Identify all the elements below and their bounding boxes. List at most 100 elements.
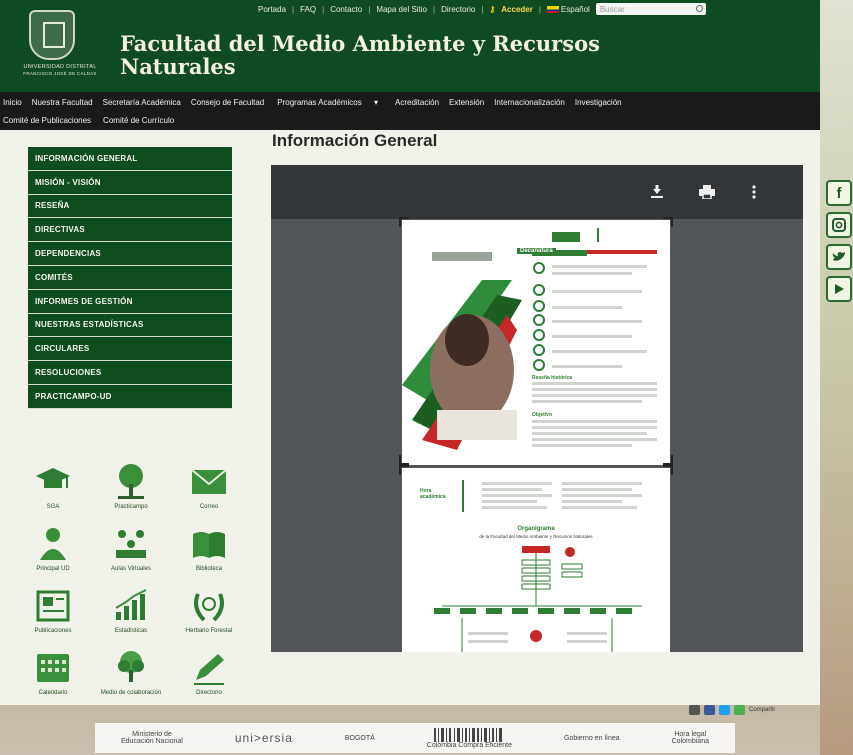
quick-link-label: Aulas Virtuales [111,566,151,572]
sidebar-item-resena[interactable]: RESEÑA [28,195,232,219]
nav-internacionalizacion[interactable]: Internacionalización [494,98,572,107]
instagram-icon[interactable] [826,212,852,238]
quick-link-calendario[interactable]: Calendario [18,648,88,710]
quick-link-label: Medio de colaboración [100,690,162,696]
quick-link-label: Principal UD [36,566,70,572]
quick-link-estadisticas[interactable]: Estadísticas [96,586,166,648]
crop-mark [399,455,409,465]
sidebar-item-mision-vision[interactable]: MISIÓN - VISIÓN [28,171,232,195]
social-links: f [826,180,852,308]
sidebar-item-dependencias[interactable]: DEPENDENCIAS [28,242,232,266]
twitter-icon[interactable] [826,244,852,270]
page-2-subheading: de la Facultad del Medio Ambiente y Recu… [479,534,593,539]
nav-programas[interactable]: Programas Académicos ▾ [274,98,392,107]
separator: | [538,4,541,14]
quick-link-practicampo[interactable]: Practicampo [96,462,166,524]
email-share-icon[interactable] [689,705,700,715]
faculty-title[interactable]: Facultad del Medio Ambiente y Recursos N… [120,32,600,78]
quick-link-aulas-virtuales[interactable]: Aulas Virtuales [96,524,166,586]
nav-extension[interactable]: Extensión [449,98,491,107]
top-link-portada[interactable]: Portada [258,5,286,14]
newspaper-icon [36,590,70,622]
quick-link-publicaciones[interactable]: Publicaciones [18,586,88,648]
nav-secretaria[interactable]: Secretaría Académica [103,98,188,107]
footer-logo-text: Colombiana [671,738,709,745]
sidebar-item-circulares[interactable]: CIRCULARES [28,337,232,362]
university-logo[interactable]: UNIVERSIDAD DISTRITAL FRANCISCO JOSÉ DE … [5,10,113,80]
print-icon[interactable] [699,185,715,199]
language-label: Español [560,4,590,14]
page-1-heading: Decanatura [517,248,556,254]
shield-icon [29,10,75,60]
sidebar-item-comites[interactable]: COMITÉS [28,266,232,290]
page-1-section: Reseña histórica [532,375,573,381]
nav-nuestra-facultad[interactable]: Nuestra Facultad [32,98,100,107]
facebook-share-icon[interactable] [704,705,715,715]
search-input[interactable]: Buscar [595,3,706,15]
sidebar-item-practicampo[interactable]: PRACTICAMPO-UD [28,385,232,409]
classroom-icon [116,530,146,558]
quick-link-label: Herbario Forestal [185,628,233,634]
title-line-1: Facultad del Medio Ambiente y Recursos [120,31,600,56]
footer-logo-text: BOGOTÁ [344,734,375,742]
pdf-toolbar [271,165,803,219]
quick-link-colaboracion[interactable]: Medio de colaboración [96,648,166,710]
quick-link-directorio[interactable]: Directorio [174,648,244,710]
footer-logo-hora-legal[interactable]: Hora legal Colombiana [672,731,709,745]
more-options-icon[interactable] [751,185,757,199]
footer-logo-bogota[interactable]: BOGOTÁ [345,735,375,742]
footer-logo-mineducacion[interactable]: Ministerio de Educación Nacional [121,731,183,745]
login-link[interactable]: Acceder [501,5,533,14]
nav-acreditacion[interactable]: Acreditación [395,98,446,107]
background-strip [820,0,853,755]
pdf-viewer[interactable]: Decanatura Reseña histórica Objetivo Hor… [271,165,803,652]
quick-link-herbario[interactable]: Herbario Forestal [174,586,244,648]
footer-logo-text: uni>ersia [234,731,293,745]
download-icon[interactable] [649,185,665,199]
sidebar-item-estadisticas[interactable]: NUESTRAS ESTADÍSTICAS [28,314,232,338]
share-icon[interactable] [734,705,745,715]
youtube-icon[interactable] [826,276,852,302]
sidebar-item-directivas[interactable]: DIRECTIVAS [28,218,232,243]
footer-logo-universia[interactable]: uni>ersia [235,731,293,745]
sidebar-item-informacion-general[interactable]: INFORMACIÓN GENERAL [28,147,232,171]
top-link-mapa[interactable]: Mapa del Sitio [376,5,427,14]
top-link-faq[interactable]: FAQ [300,5,316,14]
crop-mark [399,465,409,475]
page-2-side-label: Hora académica [420,488,446,500]
nav-inicio[interactable]: Inicio [3,98,29,107]
sidebar-item-informes[interactable]: INFORMES DE GESTIÓN [28,290,232,314]
pen-icon [194,654,224,685]
footer-logo-colombia-compra[interactable]: Colombia Compra Eficiente [427,727,512,749]
quick-link-principal-ud[interactable]: Principal UD [18,524,88,586]
footer-logo-gobierno-en-linea[interactable]: Gobierno en línea [564,735,620,742]
crop-mark [663,455,673,465]
nav-investigacion[interactable]: Investigación [575,98,629,107]
sidebar-item-resoluciones[interactable]: RESOLUCIONES [28,361,232,385]
footer-logo-text: Hora legal [674,731,707,738]
twitter-share-icon[interactable] [719,705,730,715]
nav-consejo[interactable]: Consejo de Facultad [191,98,271,107]
tree-icon [118,464,144,499]
quick-link-sga[interactable]: SGA [18,462,88,524]
nav-comite-publicaciones[interactable]: Comité de Publicaciones [3,116,100,125]
nav-comite-curriculo[interactable]: Comité de Currículo [103,116,183,125]
quick-link-biblioteca[interactable]: Biblioteca [174,524,244,586]
barcode-icon [434,727,503,742]
pdf-page-1: Decanatura Reseña histórica Objetivo [402,220,670,465]
top-link-contacto[interactable]: Contacto [330,5,362,14]
top-link-directorio[interactable]: Directorio [441,5,475,14]
share-label[interactable]: Compartir [749,707,775,713]
separator: | [481,4,484,14]
quick-link-correo[interactable]: Correo [174,462,244,524]
quick-link-label: SGA [46,504,60,510]
language-selector[interactable]: Español [546,4,590,14]
flag-icon [546,5,559,13]
title-line-2: Naturales [120,54,236,79]
laurel-icon [194,593,224,622]
quick-link-label: Practicampo [114,504,148,510]
main-nav-row-1: Inicio Nuestra Facultad Secretaría Acadé… [0,94,629,110]
quick-link-label: Biblioteca [195,566,222,572]
facebook-icon[interactable]: f [826,180,852,206]
search-icon[interactable] [695,5,703,12]
